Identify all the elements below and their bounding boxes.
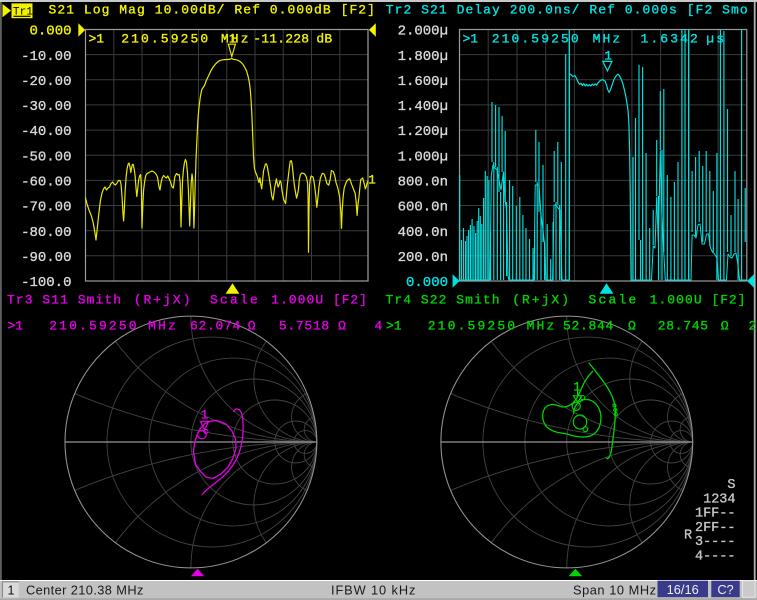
svg-text:S: S: [727, 478, 735, 493]
svg-text:-10.00: -10.00: [21, 49, 71, 65]
svg-text:62.074: 62.074: [190, 319, 241, 334]
svg-text:C?: C?: [717, 582, 733, 597]
svg-text:1: 1: [368, 173, 376, 187]
svg-text:1.6342: 1.6342: [641, 32, 700, 47]
svg-text:1FF--: 1FF--: [695, 507, 736, 522]
svg-text:0.000: 0.000: [406, 275, 448, 291]
svg-text:S21 Log Mag 10.00dB/ Ref 0.000: S21 Log Mag 10.00dB/ Ref 0.000dB [F2]: [49, 2, 377, 17]
svg-text:400.0n: 400.0n: [398, 225, 448, 241]
svg-text:Scale: Scale: [210, 292, 260, 307]
svg-text:1.600µ: 1.600µ: [398, 74, 448, 90]
svg-text:1.000U: 1.000U: [271, 292, 324, 307]
svg-text:2: 2: [749, 319, 757, 334]
svg-text:800.0n: 800.0n: [398, 175, 448, 191]
svg-text:Tr4 S22 Smith: Tr4 S22 Smith: [386, 292, 501, 307]
svg-text:-40.00: -40.00: [21, 124, 71, 140]
svg-text:-70.00: -70.00: [21, 200, 71, 216]
svg-text:dB: dB: [316, 32, 332, 47]
svg-text:1.000U: 1.000U: [650, 292, 703, 307]
svg-text:Ω: Ω: [338, 319, 346, 334]
svg-text:5.7518: 5.7518: [279, 319, 330, 334]
svg-text:28.745: 28.745: [658, 319, 709, 334]
svg-text:210.59250: 210.59250: [121, 32, 210, 47]
svg-text:MHz: MHz: [527, 319, 557, 334]
svg-text:Ω: Ω: [248, 319, 256, 334]
svg-text:Scale: Scale: [589, 292, 639, 307]
svg-text:IFBW 10 kHz: IFBW 10 kHz: [331, 582, 416, 597]
svg-text:-90.00: -90.00: [21, 250, 71, 266]
svg-text:Ω: Ω: [721, 319, 729, 334]
svg-text:52.844: 52.844: [563, 319, 614, 334]
svg-text:0.000: 0.000: [29, 24, 71, 40]
svg-text:16/16: 16/16: [667, 582, 699, 597]
svg-text:200.0n: 200.0n: [398, 250, 448, 266]
svg-text:-30.00: -30.00: [21, 99, 71, 115]
svg-text:-100.0: -100.0: [21, 275, 71, 291]
svg-text:-60.00: -60.00: [21, 175, 71, 191]
svg-text:[F2]: [F2]: [333, 292, 368, 307]
svg-text:MHz: MHz: [148, 319, 178, 334]
svg-text:210.59250: 210.59250: [428, 319, 518, 334]
svg-text:R: R: [684, 529, 692, 544]
svg-text:1.400µ: 1.400µ: [398, 99, 448, 115]
svg-text:-20.00: -20.00: [21, 74, 71, 90]
svg-text:[F2]: [F2]: [712, 292, 747, 307]
svg-text:1: 1: [604, 50, 612, 64]
svg-text:Ω: Ω: [628, 319, 636, 334]
svg-text:1: 1: [201, 409, 209, 423]
svg-text:Center 210.38 MHz: Center 210.38 MHz: [26, 582, 144, 597]
svg-text:1: 1: [573, 380, 581, 394]
svg-text:210.59250: 210.59250: [49, 319, 139, 334]
svg-text:2.000µ: 2.000µ: [398, 24, 448, 40]
svg-text:>1: >1: [89, 32, 105, 47]
svg-text:>1: >1: [463, 32, 479, 47]
svg-text:3----: 3----: [695, 535, 736, 550]
svg-text:-80.00: -80.00: [21, 225, 71, 241]
svg-text:(R+jX): (R+jX): [512, 292, 571, 307]
svg-text:>1: >1: [8, 319, 24, 334]
svg-text:-11.228: -11.228: [253, 32, 309, 47]
svg-text:Tr3 S11 Smith: Tr3 S11 Smith: [7, 292, 122, 307]
svg-text:2FF--: 2FF--: [695, 521, 736, 536]
svg-text:1.000µ: 1.000µ: [398, 149, 448, 165]
svg-text:µs: µs: [706, 32, 726, 47]
svg-text:4: 4: [375, 319, 383, 334]
svg-text:1.200µ: 1.200µ: [398, 124, 448, 140]
svg-text:1: 1: [229, 33, 237, 47]
svg-text:1: 1: [8, 583, 15, 597]
svg-text:1.800µ: 1.800µ: [398, 49, 448, 65]
svg-text:600.0n: 600.0n: [398, 200, 448, 216]
svg-text:MHz: MHz: [593, 32, 623, 47]
svg-text:1234: 1234: [703, 492, 735, 507]
svg-text:>1: >1: [386, 319, 402, 334]
svg-text:Tr2 S21 Delay 200.0ns/ Ref 0.0: Tr2 S21 Delay 200.0ns/ Ref 0.000s [F2 Sm…: [386, 2, 749, 17]
svg-text:(R+jX): (R+jX): [134, 292, 193, 307]
svg-text:-50.00: -50.00: [21, 149, 71, 165]
svg-text:4----: 4----: [695, 550, 736, 565]
svg-text:Span 10 MHz: Span 10 MHz: [573, 582, 657, 597]
svg-text:210.59250: 210.59250: [492, 32, 581, 47]
